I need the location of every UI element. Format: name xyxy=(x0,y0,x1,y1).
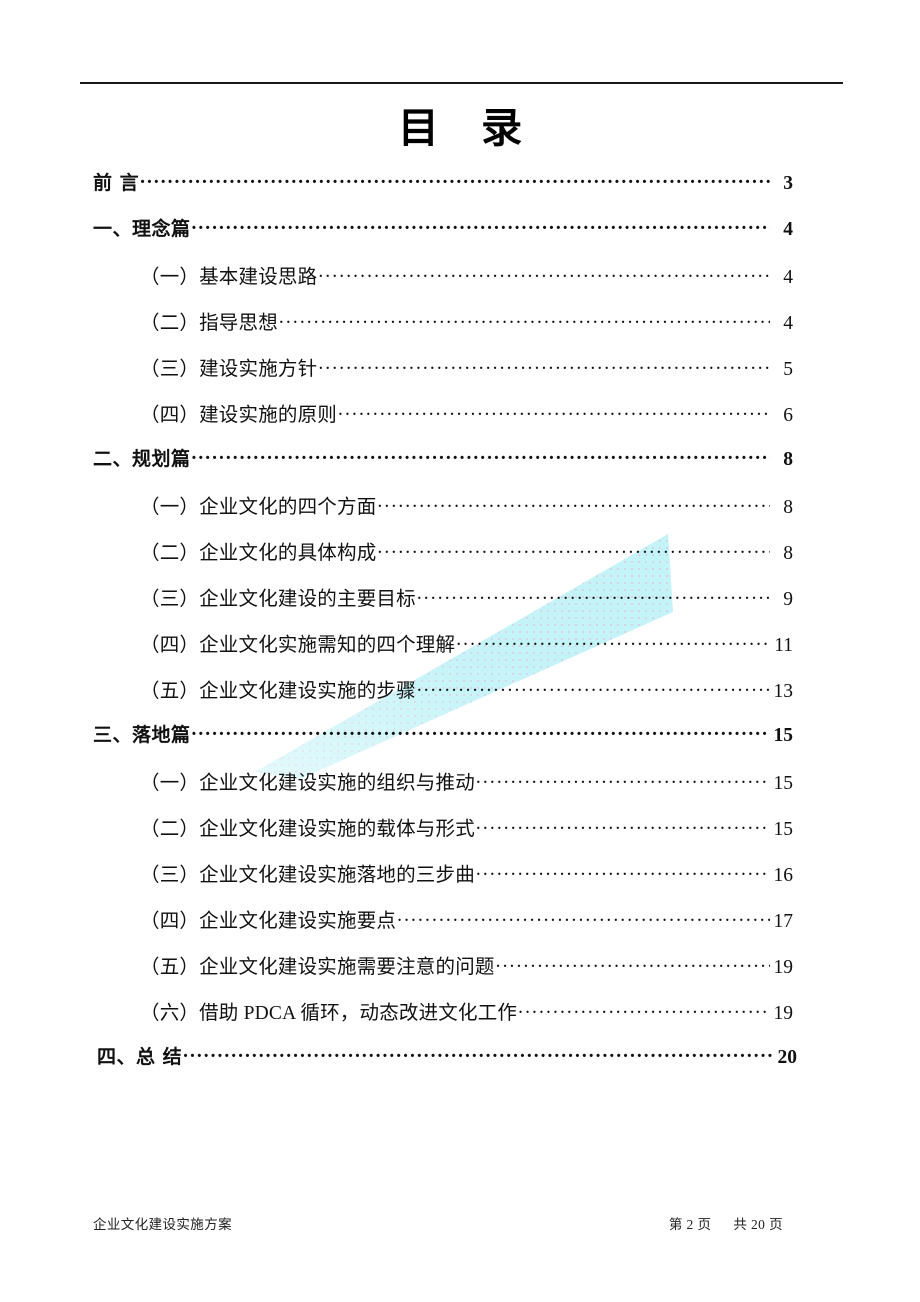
toc-entry-label: （一）基本建设思路 xyxy=(140,267,318,288)
toc-entry[interactable]: 四、总 结 20 xyxy=(97,1042,797,1088)
page-title: 目 录 xyxy=(397,104,537,152)
dot-leader xyxy=(279,313,770,329)
document-page: 目 录 前 言 3 一、理念篇 xyxy=(0,0,920,1302)
dot-leader xyxy=(192,449,770,465)
dot-leader xyxy=(456,635,770,651)
toc-entry-label: （三）建设实施方针 xyxy=(140,359,318,380)
toc-entry-label: （三）企业文化建设实施落地的三步曲 xyxy=(140,865,475,886)
dot-leader xyxy=(377,497,770,513)
toc-entry-label: （二）指导思想 xyxy=(140,313,278,334)
toc-entry-page: 9 xyxy=(783,589,793,610)
toc-entry-page: 15 xyxy=(773,819,794,840)
toc-entry[interactable]: （四）企业文化建设实施要点 17 xyxy=(140,904,793,950)
toc-entry[interactable]: （四）建设实施的原则 6 xyxy=(140,398,793,444)
toc-entry-page: 16 xyxy=(773,865,794,886)
footer-pagination: 第 2 页 共 20 页 xyxy=(669,1213,783,1233)
toc-entry-label: （四）企业文化建设实施要点 xyxy=(140,911,397,932)
toc-entry[interactable]: 一、理念篇 4 xyxy=(93,214,793,260)
toc-entry-page: 8 xyxy=(783,497,793,518)
toc-entry[interactable]: 前 言 3 xyxy=(93,168,793,214)
toc-entry[interactable]: （一）企业文化建设实施的组织与推动 15 xyxy=(140,766,793,812)
toc-entry-page: 17 xyxy=(773,911,794,932)
footer-current-page: 第 2 页 xyxy=(668,1217,712,1232)
toc-entry-page: 4 xyxy=(783,219,793,240)
header-rule xyxy=(80,82,843,84)
toc-entry-label: （五）企业文化建设实施需要注意的问题 xyxy=(140,957,495,978)
toc-entry-label: （四）企业文化实施需知的四个理解 xyxy=(140,635,456,656)
toc-entry-label: （三）企业文化建设的主要目标 xyxy=(140,589,416,610)
dot-leader xyxy=(318,267,770,283)
dot-leader xyxy=(496,957,770,973)
toc-entry[interactable]: （五）企业文化建设实施的步骤 13 xyxy=(140,674,793,720)
toc-entry[interactable]: （二）企业文化建设实施的载体与形式 15 xyxy=(140,812,793,858)
toc-entry-label: 三、落地篇 xyxy=(93,724,191,746)
toc-entry-page: 8 xyxy=(783,543,793,564)
footer-total-pages: 共 20 页 xyxy=(733,1217,783,1232)
dot-leader xyxy=(183,1047,774,1063)
toc-entry-page: 4 xyxy=(783,313,793,334)
toc-entry[interactable]: （五）企业文化建设实施需要注意的问题 19 xyxy=(140,950,793,996)
toc-entry-page: 3 xyxy=(783,173,793,194)
dot-leader xyxy=(338,405,770,421)
dot-leader xyxy=(476,865,770,881)
toc-entry-page: 15 xyxy=(773,725,794,746)
toc-entry[interactable]: （二）指导思想 4 xyxy=(140,306,793,352)
footer-document-name: 企业文化建设实施方案 xyxy=(93,1217,232,1232)
toc-entry[interactable]: （三）企业文化建设的主要目标 9 xyxy=(140,582,793,628)
toc-entry[interactable]: （二）企业文化的具体构成 8 xyxy=(140,536,793,582)
toc-entry-page: 6 xyxy=(783,405,793,426)
toc-entry[interactable]: （一）企业文化的四个方面 8 xyxy=(140,490,793,536)
toc-entry-label: （四）建设实施的原则 xyxy=(140,405,338,426)
toc-entry-page: 8 xyxy=(783,449,793,470)
toc-entry-label: 四、总 结 xyxy=(97,1046,183,1068)
dot-leader xyxy=(192,725,770,741)
toc-entry-label: （六）借助 PDCA 循环，动态改进文化工作 xyxy=(140,1003,518,1024)
toc-entry[interactable]: （四）企业文化实施需知的四个理解 11 xyxy=(140,628,793,674)
toc-entry-page: 15 xyxy=(773,773,794,794)
dot-leader xyxy=(476,819,770,835)
dot-leader xyxy=(476,773,770,789)
dot-leader xyxy=(518,1003,770,1019)
toc-entry-page: 20 xyxy=(777,1047,798,1068)
toc-entry-label: （二）企业文化的具体构成 xyxy=(140,543,377,564)
dot-leader xyxy=(377,543,770,559)
dot-leader xyxy=(192,219,770,235)
toc-entry[interactable]: 二、规划篇 8 xyxy=(93,444,793,490)
toc-entry-label: 前 言 xyxy=(93,172,140,194)
toc-entry[interactable]: （三）建设实施方针 5 xyxy=(140,352,793,398)
toc-entry[interactable]: 三、落地篇 15 xyxy=(93,720,793,766)
toc-entry-label: （一）企业文化的四个方面 xyxy=(140,497,377,518)
toc-entry-label: （五）企业文化建设实施的步骤 xyxy=(140,681,416,702)
toc-entry-label: （二）企业文化建设实施的载体与形式 xyxy=(140,819,475,840)
dot-leader xyxy=(140,173,770,189)
toc-entry-page: 19 xyxy=(773,1003,794,1024)
toc-entry[interactable]: （六）借助 PDCA 循环，动态改进文化工作 19 xyxy=(140,996,793,1042)
toc-entry[interactable]: （一）基本建设思路 4 xyxy=(140,260,793,306)
dot-leader xyxy=(318,359,770,375)
dot-leader xyxy=(397,911,770,927)
toc-entry-page: 19 xyxy=(773,957,794,978)
toc-entry-page: 4 xyxy=(783,267,793,288)
table-of-contents: 前 言 3 一、理念篇 4 （一）基本建设思路 4 （二）指导思想 4 （三）建… xyxy=(80,168,843,1088)
toc-entry[interactable]: （三）企业文化建设实施落地的三步曲 16 xyxy=(140,858,793,904)
toc-entry-page: 13 xyxy=(773,681,794,702)
toc-entry-label: 一、理念篇 xyxy=(93,218,191,240)
dot-leader xyxy=(417,681,770,697)
toc-entry-page: 5 xyxy=(783,359,793,380)
toc-entry-label: 二、规划篇 xyxy=(93,448,191,470)
toc-entry-label: （一）企业文化建设实施的组织与推动 xyxy=(140,773,475,794)
toc-entry-page: 11 xyxy=(774,635,793,656)
dot-leader xyxy=(417,589,770,605)
page-footer: 企业文化建设实施方案 第 2 页 共 20 页 xyxy=(93,1213,783,1233)
